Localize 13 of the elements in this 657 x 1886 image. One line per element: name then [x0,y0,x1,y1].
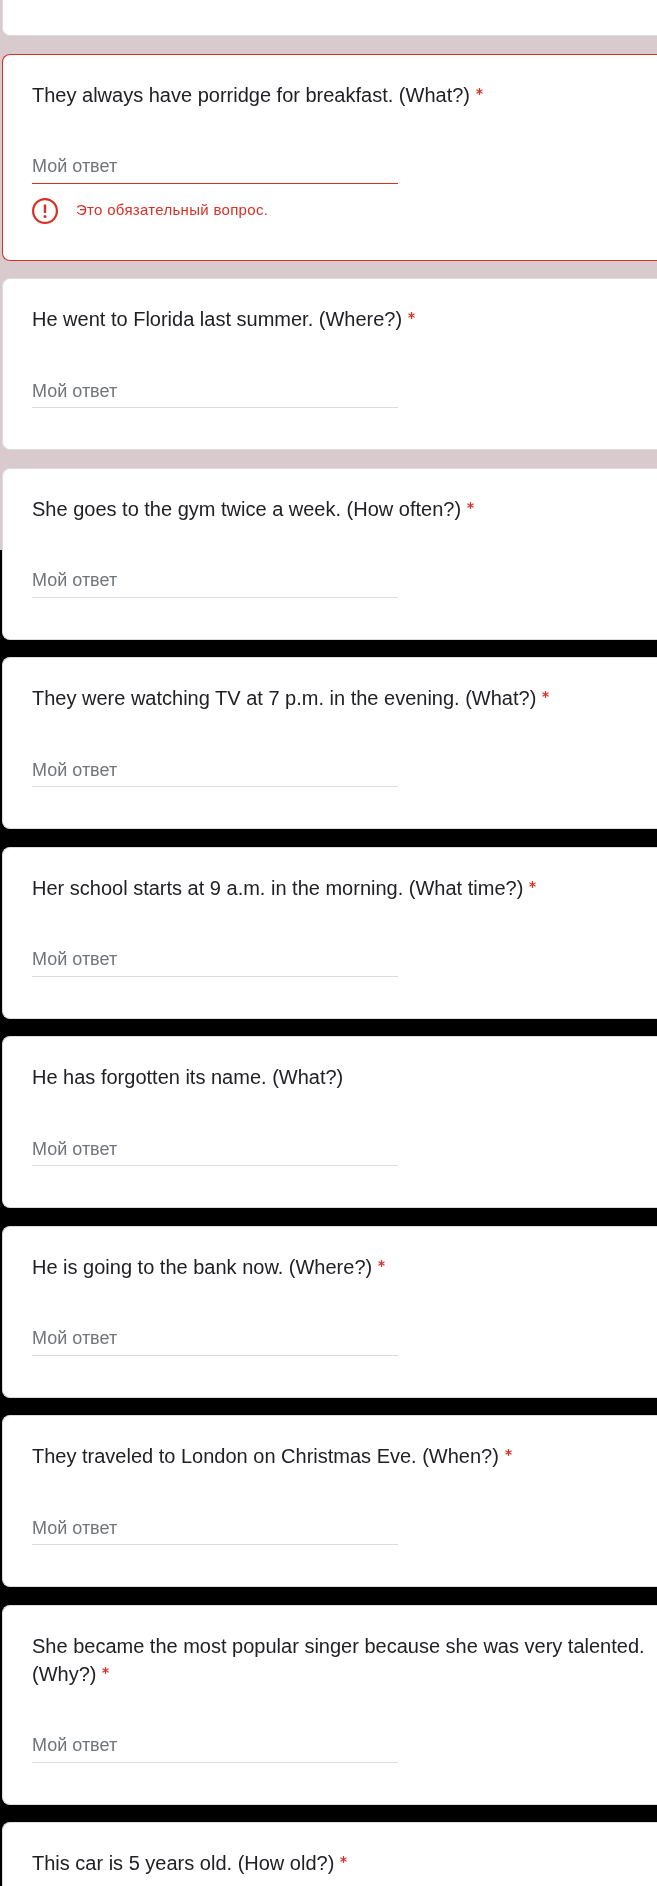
question-text: They always have porridge for breakfast. (What?) [32,83,470,106]
question-text: This car is 5 years old. (How old?) [32,1852,335,1874]
question-text: They traveled to London on Christmas Eve. (When?) [32,1445,499,1467]
question-text: She became the most popular singer because she was very talented. (Why?) [32,1634,645,1685]
question-text: He is going to the bank now. (Where?) [32,1255,373,1278]
question-text: He went to Florida last summer. (Where?) [32,308,403,330]
question-text: They were watching TV at 7 p.m. in the evening. (What?) [32,687,537,709]
question-text: She goes to the gym twice a week. (How often?) [32,497,462,520]
question-text: Her school starts at 9 a.m. in the morning. (What time?) [32,876,524,899]
error-message: Это обязательный вопрос. [76,200,269,221]
question-text: He has forgotten its name. (What?) [32,1066,344,1088]
exclamation-circle-icon [32,197,58,224]
answer-field[interactable]: Мой ответ [32,154,398,184]
